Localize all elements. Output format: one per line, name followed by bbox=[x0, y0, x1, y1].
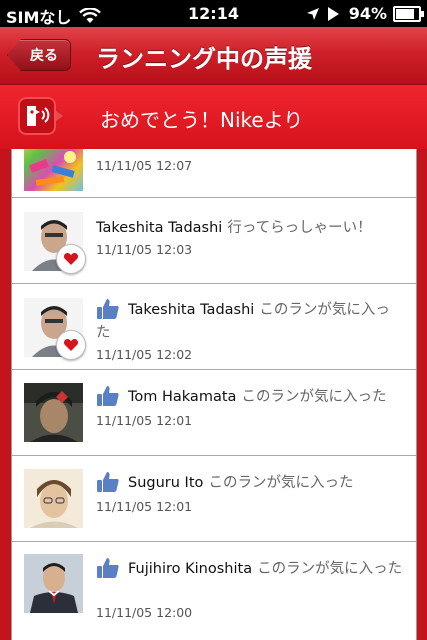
timestamp: 11/11/05 12:01 bbox=[96, 499, 193, 514]
list-item[interactable]: 11/11/05 12:07 bbox=[12, 149, 416, 198]
timestamp: 11/11/05 12:07 bbox=[96, 158, 193, 173]
timestamp: 11/11/05 12:00 bbox=[96, 605, 193, 620]
location-arrow-icon bbox=[306, 7, 319, 20]
cheer-feed-list[interactable]: 11/11/05 12:07 Takeshita Tadashi 行ってらっしゃ… bbox=[11, 149, 417, 640]
status-bar: SIMなし 12:14 94% bbox=[0, 0, 427, 27]
user-name: Suguru Ito bbox=[128, 475, 204, 491]
play-icon bbox=[327, 6, 339, 21]
avatar bbox=[24, 383, 83, 442]
navigation-bar: 戻る ランニング中の声援 bbox=[0, 27, 427, 85]
user-name: Tom Hakamata bbox=[128, 389, 237, 405]
cheer-banner: おめでとう！Nikeより bbox=[0, 85, 427, 149]
timestamp: 11/11/05 12:01 bbox=[96, 413, 193, 428]
list-item[interactable]: Takeshita Tadashi このランが気に入った 11/11/05 12… bbox=[12, 284, 416, 370]
user-name: Takeshita Tadashi bbox=[96, 220, 223, 236]
like-text: このランが気に入った bbox=[241, 389, 387, 405]
user-name: Takeshita Tadashi bbox=[128, 302, 255, 318]
back-button-label: 戻る bbox=[30, 48, 58, 64]
list-item[interactable]: Tom Hakamata このランが気に入った 11/11/05 12:01 bbox=[12, 370, 416, 456]
avatar bbox=[24, 554, 83, 613]
list-item[interactable]: Takeshita Tadashi 行ってらっしゃーい！ 11/11/05 12… bbox=[12, 198, 416, 284]
like-text: このランが気に入った bbox=[208, 475, 354, 491]
battery-percent: 94% bbox=[348, 4, 387, 23]
comment-text: 行ってらっしゃーい！ bbox=[227, 220, 372, 236]
back-button[interactable]: 戻る bbox=[7, 39, 71, 71]
avatar bbox=[24, 149, 83, 191]
list-item[interactable]: Fujihiro Kinoshita このランが気に入った 11/11/05 1… bbox=[12, 542, 416, 628]
timestamp: 11/11/05 12:03 bbox=[96, 242, 193, 257]
battery-icon bbox=[393, 5, 424, 22]
page-title: ランニング中の声援 bbox=[96, 45, 312, 73]
banner-text: おめでとう！Nikeより bbox=[100, 108, 304, 132]
like-text: このランが気に入った bbox=[257, 561, 403, 577]
heart-icon bbox=[56, 244, 86, 274]
user-name: Fujihiro Kinoshita bbox=[128, 561, 253, 577]
list-item[interactable]: Suguru Ito このランが気に入った 11/11/05 12:01 bbox=[12, 456, 416, 542]
avatar bbox=[24, 469, 83, 528]
heart-icon bbox=[56, 330, 86, 360]
cheer-speaker-icon bbox=[18, 97, 63, 135]
timestamp: 11/11/05 12:02 bbox=[96, 347, 193, 362]
